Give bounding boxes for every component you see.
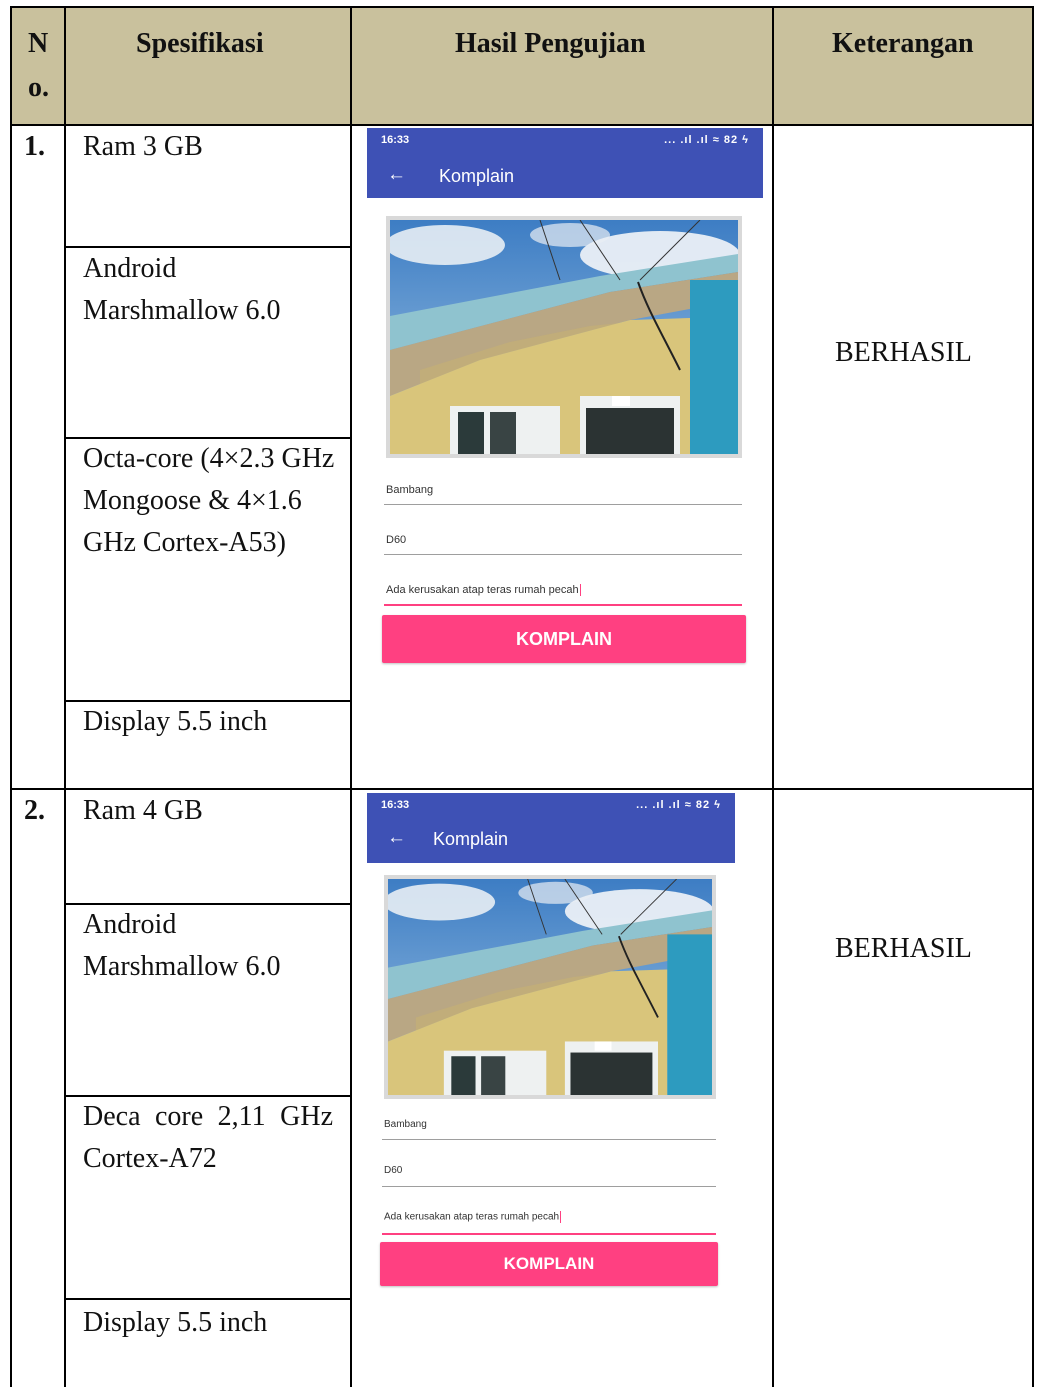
spec-android: Android Marshmallow 6.0: [83, 253, 281, 326]
status-time: 16:33: [381, 799, 410, 811]
spec-processor: Octa-core (4×2.3 GHz Mongoose & 4×1.6 GH…: [83, 443, 335, 558]
text-cursor: [579, 584, 581, 597]
house-roof-photo: [388, 879, 712, 1095]
row-number: 1.: [24, 131, 45, 162]
complaint-field[interactable]: Ada kerusakan atap teras rumah pecah: [386, 584, 581, 597]
complaint-field-underline: [382, 1233, 716, 1235]
status-time: 16:33: [381, 134, 410, 146]
back-arrow-icon[interactable]: ←: [387, 164, 406, 186]
header-cell-spesifikasi: [66, 8, 350, 124]
house-number-field-underline: [382, 1186, 716, 1187]
keterangan-result: BERHASIL: [835, 933, 972, 964]
app-screenshot: 16:33 ... .ıl .ıl ≈ 82 ϟ ← Komplain Bamb…: [367, 793, 735, 1293]
komplain-button[interactable]: KOMPLAIN: [382, 615, 746, 663]
app-screenshot: 16:33 ... .ıl .ıl ≈ 82 ϟ ← Komplain Bamb…: [367, 128, 763, 674]
header-cell-hasil: [352, 8, 772, 124]
header-keterangan: Keterangan: [832, 28, 974, 59]
header-cell-no: [12, 8, 64, 124]
app-bar: ← Komplain: [367, 817, 735, 863]
row-number: 2.: [24, 795, 45, 826]
complaint-photo: [384, 875, 716, 1099]
header-cell-keterangan: [774, 8, 1032, 124]
header-hasil-pengujian: Hasil Pengujian: [455, 28, 646, 59]
house-number-field[interactable]: D60: [386, 534, 406, 546]
grid-line: [772, 6, 774, 1387]
name-field[interactable]: Bambang: [386, 484, 433, 496]
grid-line: [10, 6, 12, 1387]
test-results-table: N o. Spesifikasi Hasil Pengujian Keteran…: [0, 0, 1043, 1387]
grid-line: [64, 1298, 352, 1300]
house-number-field[interactable]: D60: [384, 1165, 402, 1176]
spec-display: Display 5.5 inch: [83, 1307, 268, 1338]
header-spesifikasi: Spesifikasi: [136, 28, 264, 59]
complaint-field[interactable]: Ada kerusakan atap teras rumah pecah: [384, 1211, 562, 1223]
name-field[interactable]: Bambang: [384, 1119, 427, 1130]
status-icons: ... .ıl .ıl ≈ 82 ϟ: [664, 134, 749, 146]
status-bar: 16:33 ... .ıl .ıl ≈ 82 ϟ: [367, 128, 763, 154]
app-title: Komplain: [439, 166, 515, 186]
header-no-line1: N: [28, 28, 49, 59]
keterangan-result: BERHASIL: [835, 337, 972, 368]
status-bar: 16:33 ... .ıl .ıl ≈ 82 ϟ: [367, 793, 735, 817]
grid-line: [1032, 6, 1034, 1387]
name-field-underline: [384, 504, 742, 505]
grid-line: [350, 6, 352, 1387]
spec-android: Android Marshmallow 6.0: [83, 909, 281, 982]
spec-processor: Deca core 2,11 GHz Cortex-A72: [83, 1101, 333, 1174]
text-cursor: [560, 1211, 562, 1223]
back-arrow-icon[interactable]: ←: [387, 827, 406, 849]
spec-display: Display 5.5 inch: [83, 706, 268, 737]
house-number-field-underline: [384, 554, 742, 555]
complaint-photo: [386, 216, 742, 458]
complaint-field-text: Ada kerusakan atap teras rumah pecah: [384, 1211, 560, 1223]
app-title: Komplain: [433, 829, 509, 849]
name-field-underline: [382, 1139, 716, 1140]
complaint-field-text: Ada kerusakan atap teras rumah pecah: [386, 584, 579, 596]
complaint-field-underline: [384, 604, 742, 606]
spec-ram: Ram 3 GB: [83, 131, 203, 162]
app-bar: ← Komplain: [367, 154, 763, 198]
spec-ram: Ram 4 GB: [83, 795, 203, 826]
header-no-line2: o.: [28, 72, 49, 103]
grid-line: [10, 6, 1034, 8]
komplain-button[interactable]: KOMPLAIN: [380, 1242, 718, 1286]
house-roof-photo: [390, 220, 738, 454]
status-icons: ... .ıl .ıl ≈ 82 ϟ: [636, 799, 721, 811]
grid-line: [64, 6, 66, 1387]
